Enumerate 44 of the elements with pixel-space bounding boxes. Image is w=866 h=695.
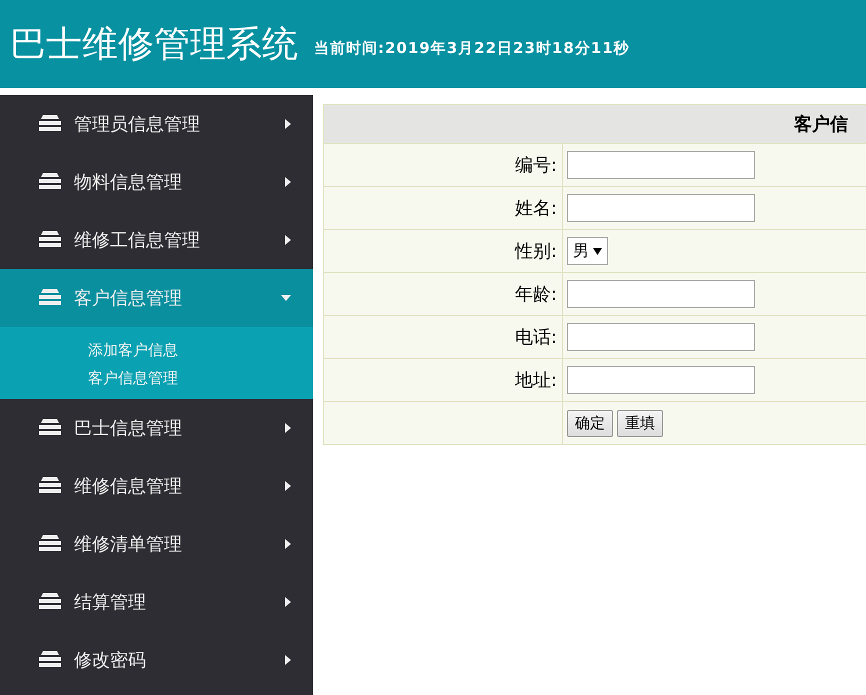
stack-icon (38, 289, 62, 307)
form-button[interactable]: 确定 (567, 410, 613, 436)
field-label: 编号: (324, 144, 562, 186)
field-label: 性别: (324, 230, 562, 272)
input-field[interactable] (567, 151, 755, 179)
input-field[interactable] (567, 366, 755, 394)
stack-icon (38, 651, 62, 669)
menu-item[interactable]: 维修信息管理 (0, 457, 313, 515)
field-label: 地址: (324, 358, 562, 402)
menu-item[interactable]: 结算管理 (0, 573, 313, 631)
stack-icon (38, 419, 62, 437)
input-field[interactable] (567, 323, 755, 351)
stack-icon (38, 115, 62, 133)
menu-item[interactable]: 修改密码 (0, 631, 313, 689)
field-label: 年龄: (324, 272, 562, 316)
stack-icon (38, 477, 62, 495)
field-label: 电话: (324, 316, 562, 358)
input-field[interactable] (567, 280, 755, 308)
stack-icon (38, 593, 62, 611)
field-label: 姓名: (324, 186, 562, 230)
caret-right-icon (285, 481, 291, 491)
caret-right-icon (285, 177, 291, 187)
app-title: 巴士维修管理系统 (10, 22, 298, 66)
menu-item[interactable]: 巴士信息管理 (0, 399, 313, 457)
form-button[interactable]: 重填 (617, 410, 663, 436)
stack-icon (38, 231, 62, 249)
caret-down-icon (281, 295, 291, 301)
caret-right-icon (285, 539, 291, 549)
menu-item[interactable]: 维修工信息管理 (0, 211, 313, 269)
stack-icon (38, 173, 62, 191)
menu-item[interactable]: 物料信息管理 (0, 153, 313, 211)
stack-icon (38, 535, 62, 553)
dropdown-arrow-icon (593, 248, 602, 254)
caret-right-icon (285, 597, 291, 607)
menu-item[interactable]: 维修清单管理 (0, 515, 313, 573)
table-title: 客户信 (324, 104, 866, 144)
current-time: 当前时间:2019年3月22日23时18分11秒 (314, 38, 630, 58)
caret-right-icon (285, 119, 291, 129)
menu-item[interactable]: 管理员信息管理 (0, 95, 313, 153)
gender-select[interactable]: 男 (567, 237, 608, 265)
caret-right-icon (285, 423, 291, 433)
caret-right-icon (285, 235, 291, 245)
caret-right-icon (285, 655, 291, 665)
input-field[interactable] (567, 194, 755, 222)
